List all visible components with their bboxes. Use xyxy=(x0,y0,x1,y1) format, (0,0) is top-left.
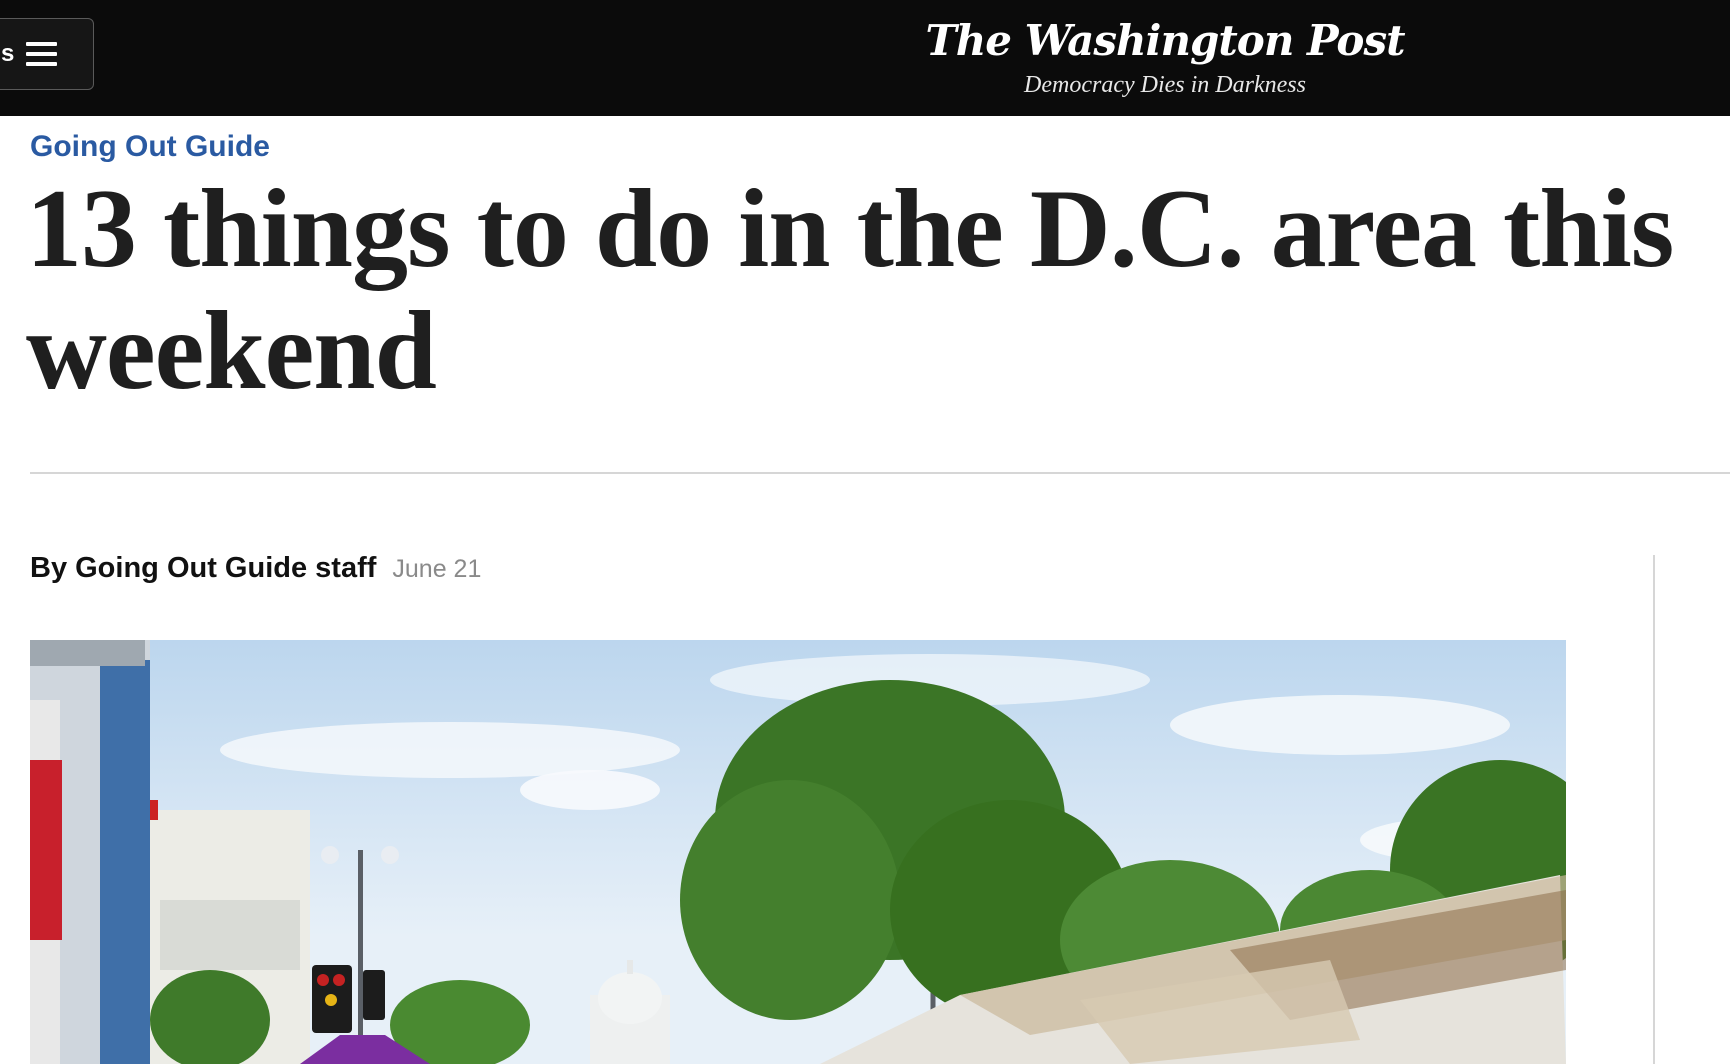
street-festival-photo xyxy=(30,640,1566,1064)
publish-date: June 21 xyxy=(392,555,482,583)
byline: By Going Out Guide staff June 21 xyxy=(30,552,481,585)
byline-author[interactable]: By Going Out Guide staff xyxy=(30,552,376,585)
menu-label: s xyxy=(1,40,15,67)
sections-menu-button[interactable]: s xyxy=(0,18,94,90)
top-navigation-bar: s The Washington Post Democracy Dies in … xyxy=(0,0,1730,116)
section-kicker-link[interactable]: Going Out Guide xyxy=(30,130,270,164)
site-tagline: Democracy Dies in Darkness xyxy=(1024,72,1306,98)
headline-divider xyxy=(30,472,1730,474)
lead-photo[interactable] xyxy=(30,640,1566,1064)
article-headline: 13 things to do in the D.C. area this we… xyxy=(26,167,1674,413)
sidebar-divider xyxy=(1653,555,1655,1064)
site-logo[interactable]: The Washington Post xyxy=(880,10,1450,72)
hamburger-icon xyxy=(26,42,58,66)
masthead[interactable]: The Washington Post Democracy Dies in Da… xyxy=(880,10,1450,98)
